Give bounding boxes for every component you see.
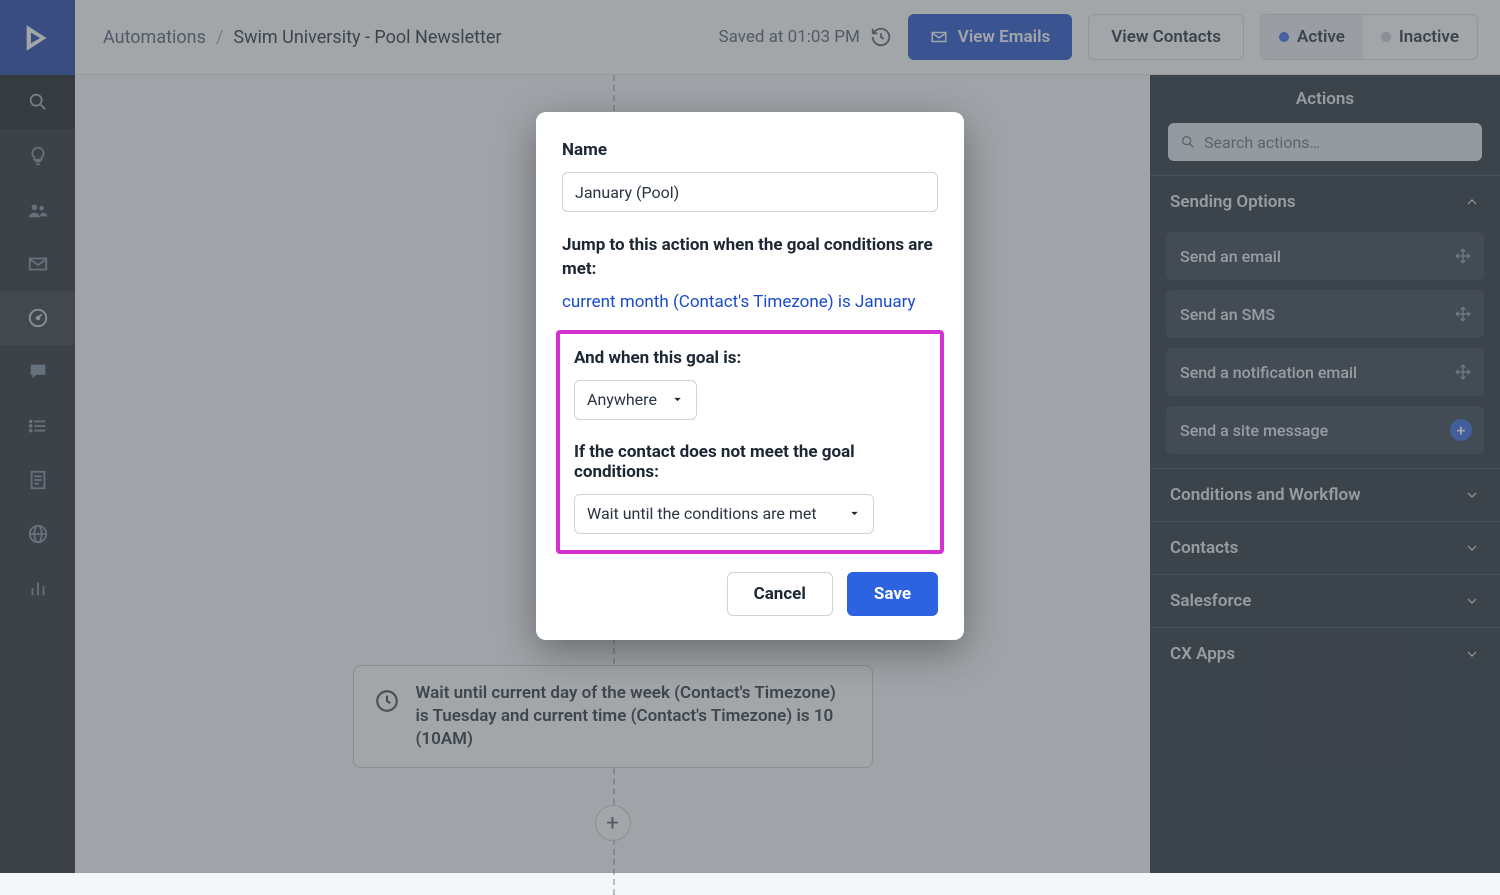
notmet-label: If the contact does not meet the goal co… (574, 442, 926, 482)
save-button[interactable]: Save (847, 572, 938, 616)
when-goal-label: And when this goal is: (574, 348, 926, 368)
name-label: Name (562, 140, 938, 160)
caret-down-icon (848, 507, 861, 520)
jump-description: Jump to this action when the goal condit… (562, 234, 938, 282)
highlighted-section: And when this goal is: Anywhere If the c… (556, 330, 944, 554)
when-goal-value: Anywhere (587, 390, 657, 409)
caret-down-icon (671, 393, 684, 406)
condition-link[interactable]: current month (Contact's Timezone) is Ja… (562, 292, 938, 312)
notmet-value: Wait until the conditions are met (587, 504, 817, 523)
notmet-select[interactable]: Wait until the conditions are met (574, 494, 874, 534)
cancel-button[interactable]: Cancel (727, 572, 833, 616)
modal-overlay[interactable]: Name Jump to this action when the goal c… (0, 0, 1500, 873)
goal-modal: Name Jump to this action when the goal c… (536, 112, 964, 640)
when-goal-select[interactable]: Anywhere (574, 380, 697, 420)
name-input[interactable] (562, 172, 938, 212)
